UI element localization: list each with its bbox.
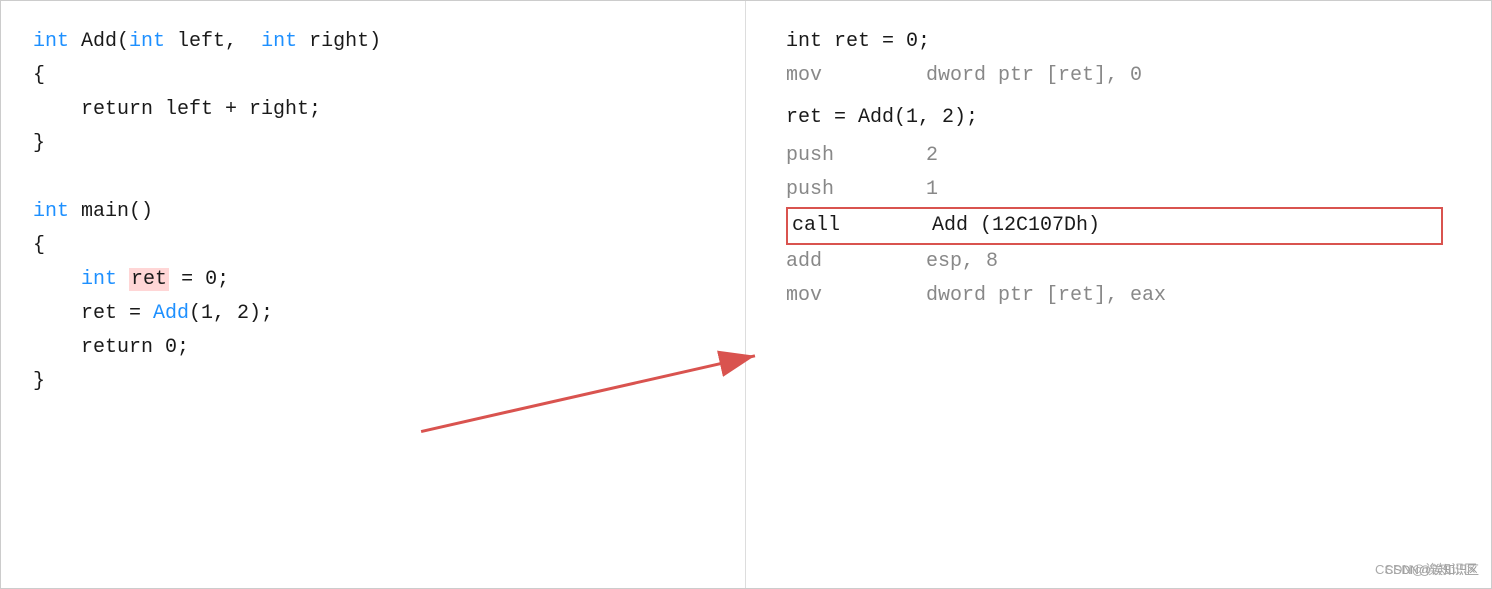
- keyword-int-1: int: [33, 30, 69, 53]
- code-line-int-ret: int ret = 0;: [33, 263, 713, 297]
- code-line-return-left: return left + right;: [33, 93, 713, 127]
- asm-source-ret: int ret = 0;: [786, 25, 1451, 59]
- asm-source-add-text: ret = Add(1, 2);: [786, 101, 978, 135]
- code-line-close-brace-2: }: [33, 365, 713, 399]
- asm-op-push2: 2: [926, 139, 1451, 173]
- code-line-close-brace-1: }: [33, 127, 713, 161]
- asm-op-push1: 1: [926, 173, 1451, 207]
- asm-instr-mov1: mov: [786, 59, 886, 93]
- asm-instr-add: add: [786, 245, 886, 279]
- right-panel: int ret = 0; mov dword ptr [ret], 0 ret …: [746, 1, 1491, 588]
- ret-highlight: ret: [129, 268, 169, 291]
- asm-line-mov-ret-eax: mov dword ptr [ret], eax: [786, 279, 1451, 313]
- asm-line-push-1: push 1: [786, 173, 1451, 207]
- asm-spacer-1: [786, 93, 1451, 101]
- asm-op-mov1: dword ptr [ret], 0: [926, 59, 1451, 93]
- code-line-blank-1: [33, 161, 713, 195]
- code-line-open-brace-1: {: [33, 59, 713, 93]
- asm-op-call: Add (12C107Dh): [932, 209, 1437, 243]
- asm-line-add-esp: add esp, 8: [786, 245, 1451, 279]
- main-container: int Add(int left, int right) { return le…: [0, 0, 1492, 589]
- asm-source-ret-text: int ret = 0;: [786, 25, 930, 59]
- code-line-return-0: return 0;: [33, 331, 713, 365]
- code-line-add-signature: int Add(int left, int right): [33, 25, 713, 59]
- asm-op-add: esp, 8: [926, 245, 1451, 279]
- asm-source-add: ret = Add(1, 2);: [786, 101, 1451, 135]
- asm-instr-push1: push: [786, 173, 886, 207]
- left-panel: int Add(int left, int right) { return le…: [1, 1, 746, 588]
- code-line-ret-add: ret = Add(1, 2);: [33, 297, 713, 331]
- asm-instr-push2: push: [786, 139, 886, 173]
- asm-instr-call: call: [792, 209, 892, 243]
- keyword-int-4: int: [33, 200, 69, 223]
- asm-line-push-2: push 2: [786, 139, 1451, 173]
- asm-line-mov-ret-0: mov dword ptr [ret], 0: [786, 59, 1451, 93]
- keyword-int-2: int: [129, 30, 165, 53]
- add-highlight: Add: [153, 302, 189, 325]
- asm-line-call-add: call Add (12C107Dh): [786, 207, 1443, 245]
- watermark-text: CSDN@诶知识区: [1375, 559, 1477, 578]
- keyword-int-3: int: [261, 30, 297, 53]
- code-line-main-signature: int main(): [33, 195, 713, 229]
- keyword-int-5: int: [81, 268, 117, 291]
- code-line-open-brace-2: {: [33, 229, 713, 263]
- asm-instr-mov2: mov: [786, 279, 886, 313]
- asm-op-mov2: dword ptr [ret], eax: [926, 279, 1451, 313]
